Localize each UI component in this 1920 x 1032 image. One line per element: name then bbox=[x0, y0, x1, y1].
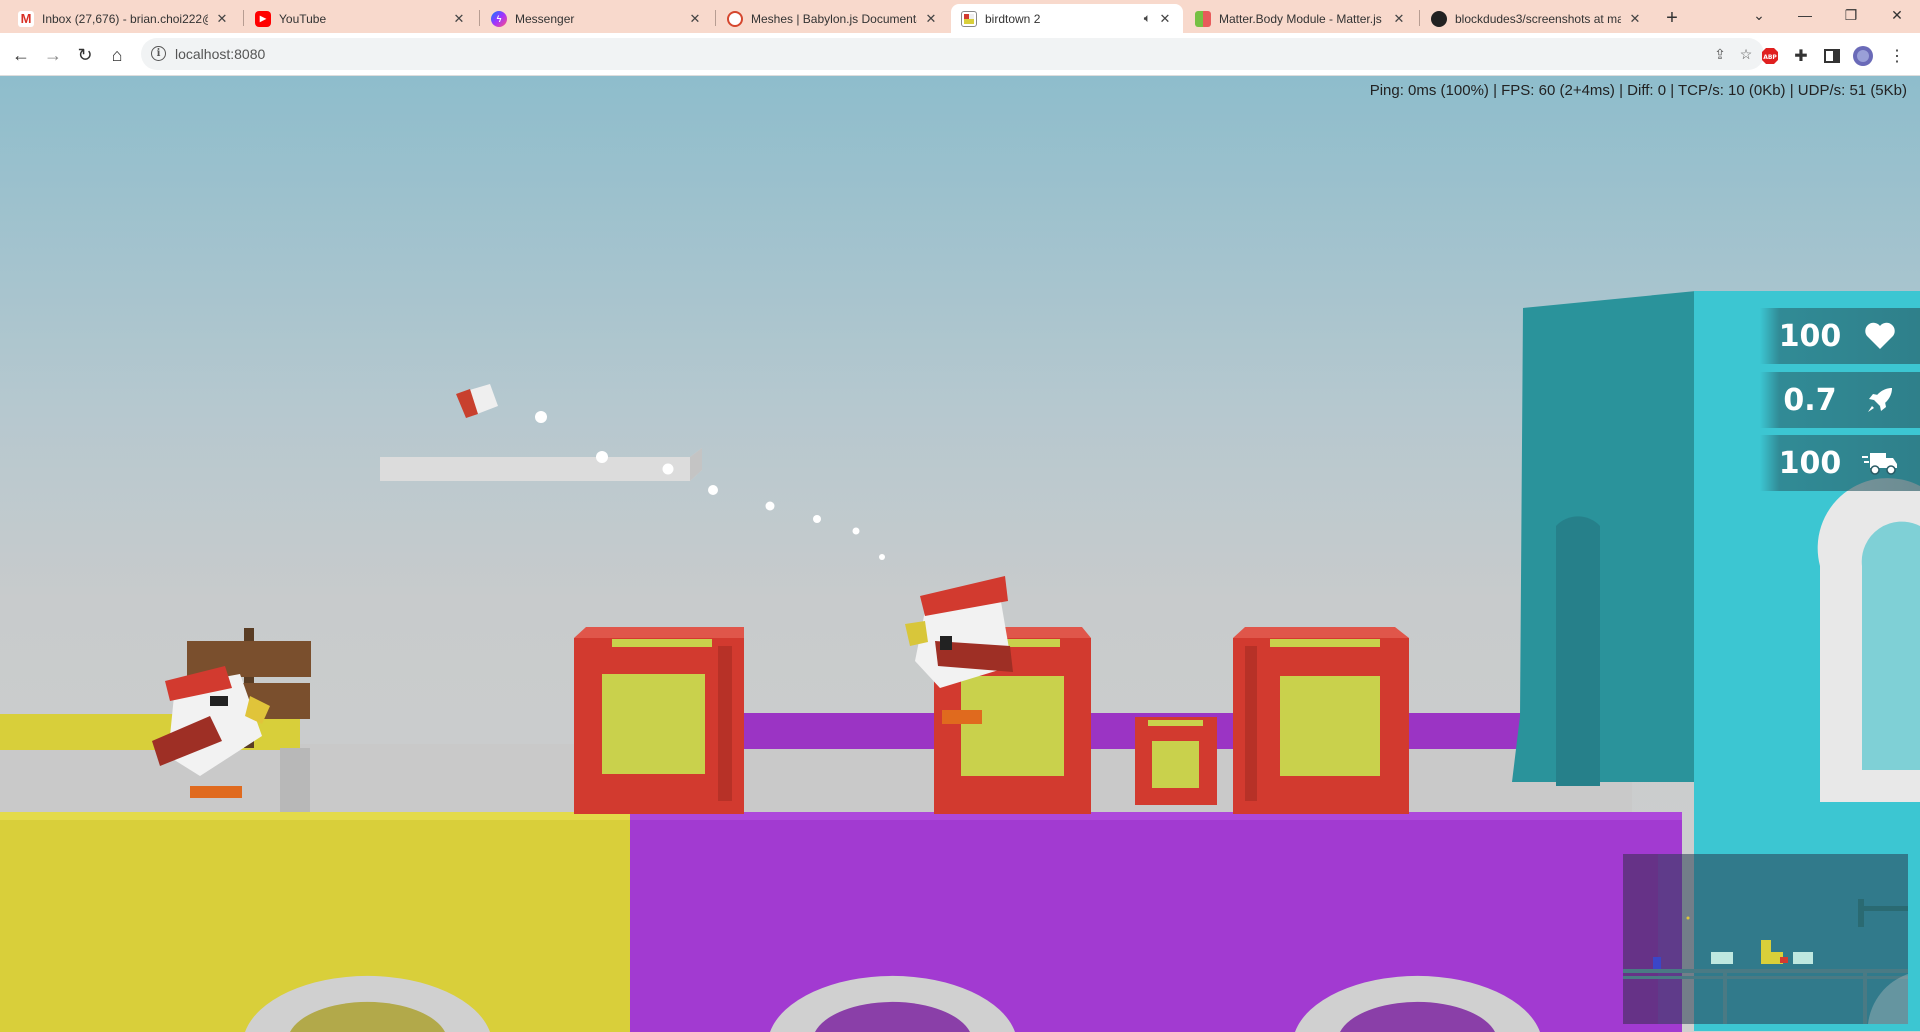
tab-matterjs[interactable]: Matter.Body Module - Matter.js ✕ bbox=[1185, 4, 1417, 33]
messenger-icon: ϟ bbox=[491, 10, 507, 27]
back-button[interactable]: ← bbox=[8, 42, 34, 68]
speaker-icon[interactable]: 🔈︎ bbox=[1144, 11, 1151, 26]
matterjs-icon bbox=[1195, 10, 1211, 27]
game-canvas[interactable]: Ping: 0ms (100%) | FPS: 60 (2+4ms) | Dif… bbox=[0, 76, 1920, 1032]
close-icon[interactable]: ✕ bbox=[687, 11, 703, 27]
minimap bbox=[1623, 854, 1908, 1024]
rocket-icon bbox=[1860, 380, 1900, 420]
close-icon[interactable]: ✕ bbox=[1157, 11, 1173, 27]
tab-title: Inbox (27,676) - brian.choi222@ bbox=[42, 11, 208, 26]
minimize-button[interactable]: — bbox=[1782, 0, 1828, 30]
tab-youtube[interactable]: ▶ YouTube ✕ bbox=[245, 4, 477, 33]
restore-button[interactable]: ❐ bbox=[1828, 0, 1874, 30]
adblock-icon[interactable]: ABP bbox=[1760, 46, 1780, 66]
floating-platform bbox=[380, 448, 702, 481]
crate-small bbox=[1135, 717, 1217, 805]
health-value: 100 bbox=[1778, 318, 1842, 354]
close-window-button[interactable]: ✕ bbox=[1874, 0, 1920, 30]
close-icon[interactable]: ✕ bbox=[451, 11, 467, 27]
github-icon bbox=[1431, 10, 1447, 27]
purple-block bbox=[630, 812, 1682, 1032]
close-icon[interactable]: ✕ bbox=[923, 11, 939, 27]
crate-large-3 bbox=[1233, 627, 1409, 814]
building-arch-door bbox=[1556, 516, 1600, 786]
rocket-projectile bbox=[456, 384, 498, 418]
babylonjs-icon bbox=[727, 10, 743, 27]
tab-title: birdtown 2 bbox=[985, 11, 1041, 26]
tab-gmail[interactable]: M Inbox (27,676) - brian.choi222@ ✕ bbox=[8, 4, 240, 33]
close-icon[interactable]: ✕ bbox=[1627, 11, 1643, 27]
truck-fast-icon bbox=[1860, 443, 1900, 483]
tab-search-chevron-icon[interactable]: ⌄ bbox=[1736, 0, 1782, 30]
bookmark-star-icon[interactable]: ☆ bbox=[1738, 46, 1754, 62]
new-tab-button[interactable]: + bbox=[1660, 6, 1684, 30]
address-bar[interactable]: i localhost:8080 ⇪ ☆ bbox=[141, 38, 1764, 70]
hud-ammo: 100 bbox=[1760, 435, 1920, 491]
network-stats-readout: Ping: 0ms (100%) | FPS: 60 (2+4ms) | Dif… bbox=[1369, 82, 1907, 99]
svg-text:ABP: ABP bbox=[1763, 54, 1777, 61]
tab-babylonjs[interactable]: Meshes | Babylon.js Documenta ✕ bbox=[717, 4, 949, 33]
tab-title: Matter.Body Module - Matter.js bbox=[1219, 11, 1382, 26]
hud-rocket: 0.7 bbox=[1760, 372, 1920, 428]
birdtown-icon bbox=[961, 10, 977, 27]
side-panel-icon[interactable] bbox=[1822, 46, 1842, 66]
teal-building-side bbox=[1512, 291, 1696, 782]
tab-title: YouTube bbox=[279, 11, 327, 26]
forward-button[interactable]: → bbox=[40, 42, 66, 68]
tab-title: Messenger bbox=[515, 11, 575, 26]
rocket-value: 0.7 bbox=[1783, 382, 1837, 418]
tab-strip: M Inbox (27,676) - brian.choi222@ ✕ ▶ Yo… bbox=[0, 0, 1920, 33]
hud-health: 100 bbox=[1760, 308, 1920, 364]
tab-birdtown[interactable]: birdtown 2 🔈︎ ✕ bbox=[951, 4, 1183, 33]
url-text[interactable]: localhost:8080 bbox=[175, 46, 265, 62]
share-icon[interactable]: ⇪ bbox=[1712, 46, 1728, 62]
trajectory-dots bbox=[535, 411, 885, 560]
tab-title: blockdudes3/screenshots at ma bbox=[1455, 11, 1621, 26]
menu-kebab-icon[interactable]: ⋮ bbox=[1887, 46, 1907, 66]
youtube-icon: ▶ bbox=[255, 10, 271, 27]
close-icon[interactable]: ✕ bbox=[214, 11, 230, 27]
tab-title: Meshes | Babylon.js Documenta bbox=[751, 11, 917, 26]
minimap-scene bbox=[1623, 854, 1908, 1024]
reload-button[interactable]: ↻ bbox=[72, 42, 98, 68]
crate-large-1 bbox=[574, 627, 744, 814]
tab-github[interactable]: blockdudes3/screenshots at ma ✕ bbox=[1421, 4, 1653, 33]
browser-toolbar: ← → ↻ ⌂ i localhost:8080 ⇪ ☆ ABP ✚ ⋮ bbox=[0, 33, 1920, 76]
gmail-icon: M bbox=[18, 10, 34, 27]
ammo-value: 100 bbox=[1778, 445, 1842, 481]
home-button[interactable]: ⌂ bbox=[104, 42, 130, 68]
heart-icon bbox=[1860, 316, 1900, 356]
tab-messenger[interactable]: ϟ Messenger ✕ bbox=[481, 4, 713, 33]
close-icon[interactable]: ✕ bbox=[1391, 11, 1407, 27]
site-info-icon[interactable]: i bbox=[151, 46, 166, 61]
profile-avatar[interactable] bbox=[1853, 46, 1873, 66]
extensions-puzzle-icon[interactable]: ✚ bbox=[1791, 46, 1811, 66]
